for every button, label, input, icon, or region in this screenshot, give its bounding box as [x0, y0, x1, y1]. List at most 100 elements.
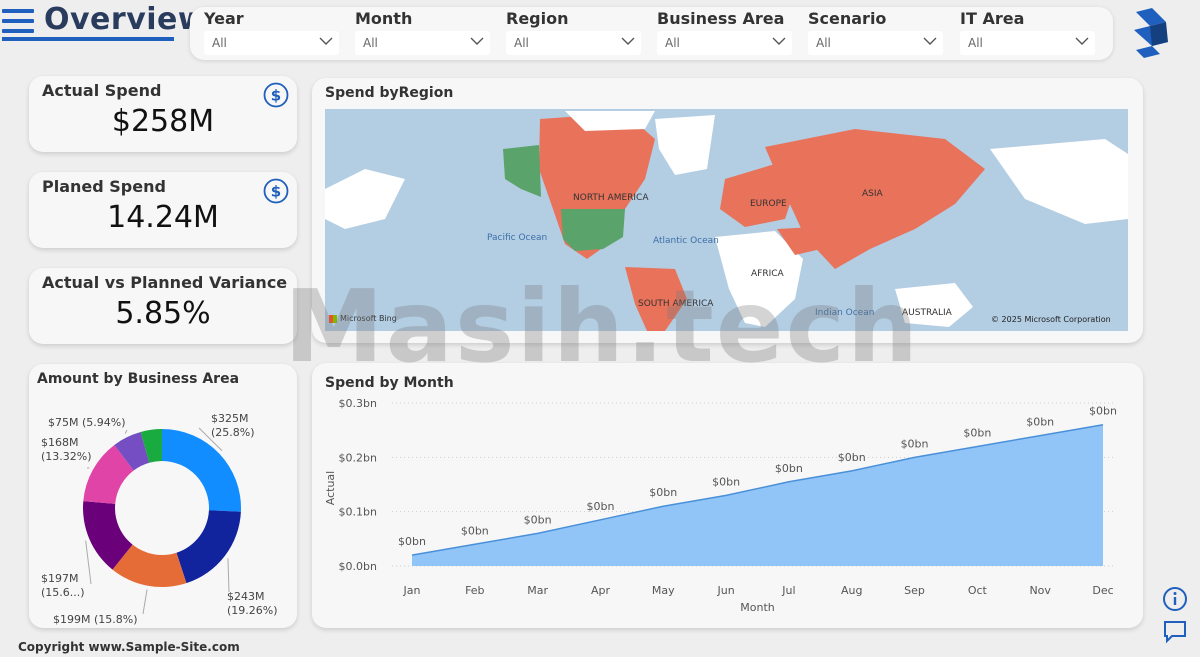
- donut-slice[interactable]: [176, 510, 241, 584]
- filter-year-dropdown[interactable]: All: [204, 31, 339, 55]
- area-fill: [412, 424, 1103, 566]
- y-tick-label: $0.0bn: [339, 560, 377, 573]
- filter-label: Region: [506, 9, 569, 28]
- kpi-card-actual-spend: Actual Spend $258M $: [29, 76, 297, 152]
- menu-icon[interactable]: [2, 9, 34, 37]
- region-alaska: [503, 145, 541, 197]
- x-tick-label: Feb: [465, 584, 484, 597]
- map-title: Spend byRegion: [325, 85, 454, 101]
- x-tick-label: Nov: [1029, 584, 1051, 597]
- world-map[interactable]: NORTH AMERICA EUROPE ASIA AFRICA SOUTH A…: [325, 109, 1128, 331]
- x-tick-label: Jul: [781, 584, 795, 597]
- donut-card: Amount by Business Area $325M (25.8%) $243…: [29, 364, 297, 628]
- filter-business-area-dropdown[interactable]: All: [657, 31, 792, 55]
- chevron-down-icon: [319, 37, 333, 45]
- donut-leader-line: [227, 558, 230, 593]
- title-underline: [2, 37, 174, 41]
- filter-scenario-dropdown[interactable]: All: [808, 31, 943, 55]
- chevron-down-icon: [772, 37, 786, 45]
- donut-label: $199M (15.8%): [53, 613, 138, 626]
- filter-region: Region All: [492, 7, 641, 60]
- region-east-landmass: [990, 139, 1128, 224]
- donut-label: $75M (5.94%): [48, 416, 126, 429]
- donut-label-pct: (19.26%): [227, 604, 278, 617]
- data-label: $0bn: [1089, 405, 1117, 418]
- chevron-down-icon: [923, 37, 937, 45]
- region-usa: [561, 209, 625, 251]
- data-label: $0bn: [901, 437, 929, 450]
- info-icon[interactable]: [1162, 586, 1188, 612]
- x-tick-label: Sep: [904, 584, 925, 597]
- data-label: $0bn: [775, 462, 803, 475]
- dollar-icon: $: [263, 82, 289, 108]
- chevron-down-icon: [470, 37, 484, 45]
- data-label: $0bn: [712, 475, 740, 488]
- data-label: $0bn: [524, 513, 552, 526]
- donut-slice[interactable]: [162, 429, 241, 512]
- svg-text:$: $: [271, 87, 281, 105]
- donut-label-pct: (13.32%): [41, 450, 92, 463]
- donut-label: $243M: [227, 590, 265, 603]
- filter-label: Business Area: [657, 9, 785, 28]
- chevron-down-icon: [1075, 37, 1089, 45]
- filter-it-area-dropdown[interactable]: All: [960, 31, 1095, 55]
- y-tick-label: $0.3bn: [339, 397, 377, 410]
- donut-chart: $325M(25.8%) $243M(19.26%) $199M (15.8%) $1…: [41, 412, 278, 626]
- map-label-north-america: NORTH AMERICA: [573, 193, 649, 203]
- data-label: $0bn: [586, 500, 614, 513]
- data-label: $0bn: [649, 486, 677, 499]
- filter-value: All: [816, 36, 831, 50]
- map-shapes: [325, 111, 1128, 331]
- y-axis-title: Actual: [324, 471, 337, 505]
- x-tick-label: May: [652, 584, 675, 597]
- filter-bar: Year All Month All Region All Business A…: [190, 7, 1113, 60]
- comment-icon[interactable]: [1162, 618, 1188, 644]
- filter-month: Month All: [341, 7, 490, 60]
- kpi-value: 14.24M: [107, 200, 219, 235]
- filter-label: IT Area: [960, 9, 1025, 28]
- kpi-card-variance: Actual vs Planned Variance 5.85%: [29, 268, 297, 344]
- x-tick-label: Dec: [1092, 584, 1113, 597]
- x-tick-label: Jun: [716, 584, 734, 597]
- donut-label: $197M: [41, 572, 79, 585]
- data-label: $0bn: [1026, 416, 1054, 429]
- filter-value: All: [212, 36, 227, 50]
- x-tick-label: Mar: [527, 584, 548, 597]
- area-chart-card: Spend by Month $0.0bn $0.1bn $0.2bn $0.3bn J…: [312, 363, 1143, 628]
- data-label: $0bn: [963, 426, 991, 439]
- region-australia: [895, 283, 973, 327]
- donut-leader-line: [142, 589, 148, 615]
- donut-leader-line: [124, 429, 128, 434]
- chevron-down-icon: [621, 37, 635, 45]
- page-title: Overview: [44, 2, 207, 37]
- filter-label: Scenario: [808, 9, 887, 28]
- x-tick-label: Aug: [841, 584, 862, 597]
- x-tick-label: Apr: [591, 584, 611, 597]
- x-axis-title: Month: [740, 601, 775, 614]
- kpi-card-planned-spend: Planed Spend 14.24M $: [29, 172, 297, 248]
- data-label: $0bn: [838, 451, 866, 464]
- svg-text:$: $: [271, 183, 281, 201]
- data-label: $0bn: [398, 535, 426, 548]
- filter-it-area: IT Area All: [946, 7, 1095, 60]
- map-card: Spend byRegion NORTH AMERICA EUROPE ASIA…: [312, 78, 1143, 343]
- bing-attribution: Microsoft Bing: [329, 314, 397, 323]
- donut-leader-line: [85, 540, 92, 585]
- bing-logo-icon: [329, 314, 337, 323]
- data-label: $0bn: [461, 524, 489, 537]
- filter-month-dropdown[interactable]: All: [355, 31, 490, 55]
- filter-year: Year All: [190, 7, 339, 60]
- y-tick-label: $0.1bn: [339, 506, 377, 519]
- region-west-landmass: [325, 169, 405, 229]
- donut-label: $168M: [41, 436, 79, 449]
- donut-label-pct: (15.6...): [41, 586, 85, 599]
- map-label-indian: Indian Ocean: [815, 308, 875, 318]
- kpi-label: Planed Spend: [42, 177, 166, 196]
- filter-value: All: [363, 36, 378, 50]
- map-label-africa: AFRICA: [751, 269, 784, 279]
- filter-region-dropdown[interactable]: All: [506, 31, 641, 55]
- x-tick-label: Oct: [968, 584, 988, 597]
- donut-title: Amount by Business Area: [37, 371, 240, 387]
- filter-business-area: Business Area All: [643, 7, 792, 60]
- map-label-south-america: SOUTH AMERICA: [638, 299, 714, 309]
